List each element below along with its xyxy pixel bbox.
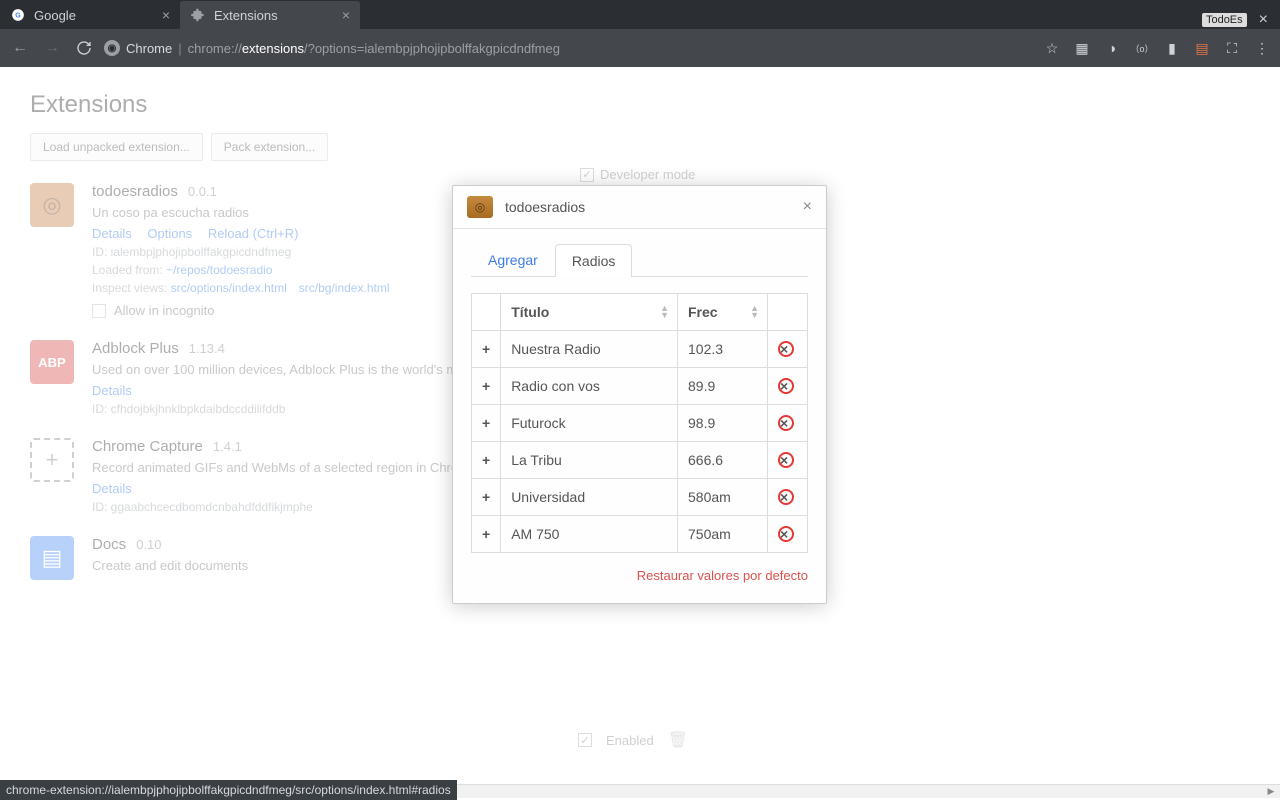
sort-icon: ▲▼ [750,305,759,319]
radio-freq: 750am [678,516,768,553]
radio-freq: 666.6 [678,442,768,479]
radio-title: AM 750 [501,516,678,553]
radio-freq: 98.9 [678,405,768,442]
col-add [472,294,501,331]
modal-title: todoesradios [505,199,585,215]
add-icon[interactable]: + [472,331,501,368]
radio-title: Universidad [501,479,678,516]
add-icon[interactable]: + [472,368,501,405]
site-info-icon[interactable]: ◉ [104,40,120,56]
radio-title: Futurock [501,405,678,442]
menu-icon[interactable]: ⋮ [1252,39,1272,57]
ext-icon-2[interactable]: ◑ [1102,39,1122,57]
table-row: +Universidad580am× [472,479,808,516]
table-row: +AM 750750am× [472,516,808,553]
delete-icon[interactable]: × [768,368,808,405]
tab-label: Google [34,8,76,23]
radio-freq: 580am [678,479,768,516]
add-icon[interactable]: + [472,516,501,553]
radio-title: Nuestra Radio [501,331,678,368]
add-icon[interactable]: + [472,405,501,442]
tab-google[interactable]: G Google × [0,1,180,29]
modal-extension-icon: ◎ [467,196,493,218]
col-title[interactable]: Título▲▼ [501,294,678,331]
delete-icon[interactable]: × [768,331,808,368]
add-icon[interactable]: + [472,442,501,479]
url-prefix: Chrome [126,41,172,56]
forward-button[interactable]: → [40,36,64,60]
table-row: +Radio con vos89.9× [472,368,808,405]
tab-strip: G Google × Extensions × TodoEs × [0,0,1280,29]
ext-icon-5[interactable]: ▤ [1192,39,1212,57]
window-close-icon[interactable]: × [1253,11,1274,29]
status-text: chrome-extension://ialembpjphojipbolffak… [6,783,451,797]
options-modal: ◎ todoesradios × Agregar Radios Título▲▼… [452,185,827,604]
radios-table: Título▲▼ Frec▲▼ +Nuestra Radio102.3×+Rad… [471,293,808,553]
status-bar: chrome-extension://ialembpjphojipbolffak… [0,780,457,800]
svg-text:G: G [15,12,21,19]
fullscreen-icon[interactable]: ⛶ [1222,39,1242,57]
toolbar: ← → ◉ Chrome | chrome://extensions/?opti… [0,29,1280,67]
radio-freq: 89.9 [678,368,768,405]
delete-icon[interactable]: × [768,405,808,442]
delete-icon[interactable]: × [768,516,808,553]
ext-icon-4[interactable]: ▮ [1162,39,1182,57]
radio-title: La Tribu [501,442,678,479]
scroll-right-icon[interactable]: ▶ [1262,784,1280,798]
close-icon[interactable]: × [342,7,350,23]
table-row: +La Tribu666.6× [472,442,808,479]
toolbar-actions: ☆ ▦ ◑ （o） ▮ ▤ ⛶ ⋮ [1042,39,1272,57]
delete-icon[interactable]: × [768,479,808,516]
star-icon[interactable]: ☆ [1042,39,1062,57]
tab-agregar[interactable]: Agregar [471,243,555,276]
col-freq[interactable]: Frec▲▼ [678,294,768,331]
close-icon[interactable]: × [803,198,812,216]
modal-tabs: Agregar Radios [471,243,808,277]
tab-label: Extensions [214,8,278,23]
table-row: +Nuestra Radio102.3× [472,331,808,368]
sort-icon: ▲▼ [660,305,669,319]
add-icon[interactable]: + [472,479,501,516]
tab-radios[interactable]: Radios [555,244,633,277]
reload-button[interactable] [72,36,96,60]
extensions-favicon [190,7,206,23]
address-bar[interactable]: ◉ Chrome | chrome://extensions/?options=… [104,40,1034,56]
back-button[interactable]: ← [8,36,32,60]
tab-extensions[interactable]: Extensions × [180,1,360,29]
col-delete [768,294,808,331]
extension-badge[interactable]: TodoEs [1202,13,1247,27]
delete-icon[interactable]: × [768,442,808,479]
browser-chrome: G Google × Extensions × TodoEs × ← → ◉ C… [0,0,1280,67]
radio-freq: 102.3 [678,331,768,368]
ext-icon-1[interactable]: ▦ [1072,39,1092,57]
radio-title: Radio con vos [501,368,678,405]
table-row: +Futurock98.9× [472,405,808,442]
ext-icon-3[interactable]: （o） [1132,39,1152,57]
restore-defaults-link[interactable]: Restaurar valores por defecto [637,568,808,583]
google-favicon: G [10,7,26,23]
close-icon[interactable]: × [162,7,170,23]
